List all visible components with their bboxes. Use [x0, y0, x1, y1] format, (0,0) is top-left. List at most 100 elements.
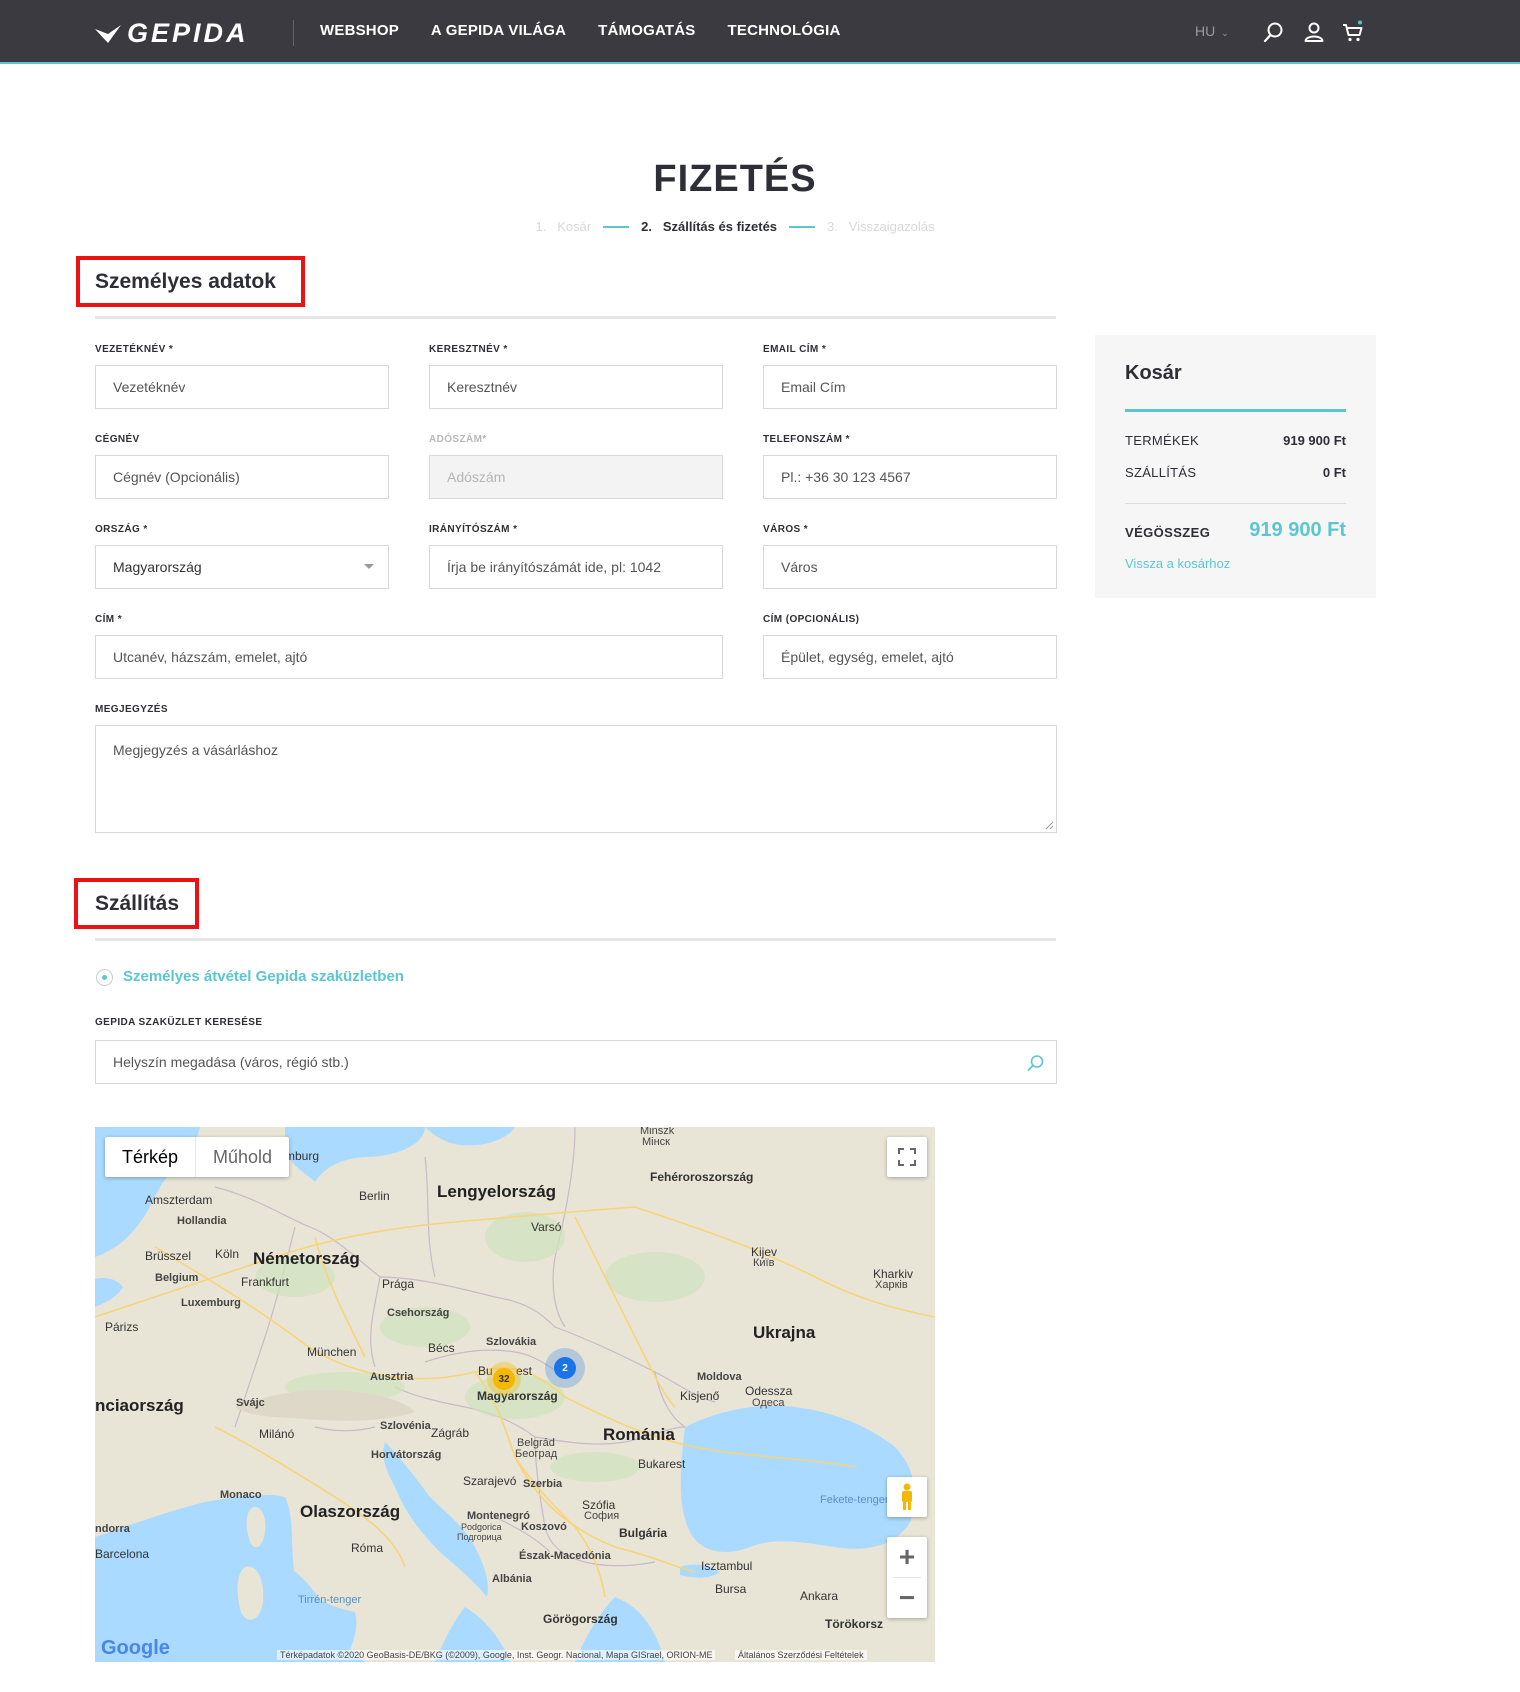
map-label: Bukarest: [638, 1457, 686, 1471]
store-map[interactable]: Minszk Мінск Fehéroroszország Lengyelors…: [95, 1127, 935, 1662]
map-label: Amszterdam: [145, 1193, 213, 1207]
firstname-input[interactable]: Keresztnév: [429, 365, 723, 409]
map-label: Törökorsz: [825, 1617, 884, 1631]
store-cluster-marker[interactable]: 32: [487, 1362, 521, 1396]
nav-tamogatas[interactable]: TÁMOGATÁS: [598, 22, 695, 39]
search-icon[interactable]: [1262, 20, 1286, 44]
google-logo[interactable]: Google: [101, 1637, 170, 1660]
map-label: Подгорица: [457, 1532, 502, 1542]
step-connector: [789, 225, 816, 228]
chevron-down-icon: ⌄: [1221, 28, 1229, 38]
pickup-radio[interactable]: [96, 969, 113, 986]
zip-label: IRÁNYÍTÓSZÁM *: [429, 524, 518, 535]
street-view-button[interactable]: [887, 1477, 927, 1517]
cart-title: Kosár: [1125, 362, 1182, 384]
section-title-shipping: Szállítás: [95, 892, 180, 915]
map-label: Róma: [351, 1541, 384, 1555]
store-search-label: GEPIDA SZAKÜZLET KERESÉSE: [95, 1017, 263, 1028]
zip-input[interactable]: Írja be irányítószámát ide, pl: 1042: [429, 545, 723, 589]
map-label: Hollandia: [177, 1215, 227, 1227]
note-textarea[interactable]: Megjegyzés a vásárláshoz: [95, 725, 1057, 833]
search-icon[interactable]: [1026, 1053, 1046, 1073]
lastname-input[interactable]: Vezetéknév: [95, 365, 389, 409]
checkout-steps: 1. Kosár 2. Szállítás és fizetés 3. Viss…: [0, 219, 1470, 234]
cart-accent-rule: [1125, 409, 1346, 412]
map-label: Szerbia: [523, 1478, 563, 1490]
map-label: Németország: [253, 1249, 360, 1268]
map-label: Magyarország: [477, 1389, 558, 1403]
map-terms-link[interactable]: Általános Szerződési Feltételek: [735, 1650, 867, 1660]
map-label: Horvátország: [371, 1449, 442, 1461]
zoom-out-icon[interactable]: −: [887, 1578, 927, 1618]
map-label: Monaco: [220, 1489, 262, 1501]
map-label: Szlovákia: [486, 1336, 537, 1348]
map-label: Bursa: [715, 1582, 747, 1596]
email-input[interactable]: Email Cím: [763, 365, 1057, 409]
map-label: Харків: [875, 1279, 908, 1291]
map-label: Albánia: [492, 1573, 532, 1585]
map-label: Belgium: [155, 1272, 199, 1284]
country-select[interactable]: Magyarország: [95, 545, 389, 589]
logo-divider: [293, 20, 294, 46]
note-label: MEGJEGYZÉS: [95, 704, 168, 715]
map-label: Ankara: [800, 1589, 839, 1603]
map-label: Észak-Macedónia: [519, 1550, 611, 1562]
address2-input[interactable]: Épület, egység, emelet, ajtó: [763, 635, 1057, 679]
address-input[interactable]: Utcanév, házszám, emelet, ajtó: [95, 635, 723, 679]
map-label: nciaország: [95, 1396, 184, 1415]
city-input[interactable]: Város: [763, 545, 1057, 589]
map-label: Bécs: [428, 1341, 455, 1355]
map-label: Svájc: [236, 1397, 265, 1409]
city-label: VÁROS *: [763, 524, 809, 535]
language-selector[interactable]: HU ⌄: [1195, 23, 1229, 39]
map-label: Одеса: [752, 1397, 785, 1409]
fullscreen-button[interactable]: [887, 1137, 927, 1177]
map-label: Moldova: [697, 1371, 742, 1383]
gepida-logo[interactable]: GEPIDA: [95, 18, 249, 49]
map-type-control: Térkép Műhold: [105, 1137, 290, 1177]
pickup-radio-label[interactable]: Személyes átvétel Gepida szaküzletben: [123, 968, 404, 985]
company-input[interactable]: Cégnév (Opcionális): [95, 455, 389, 499]
map-type-satellite-button[interactable]: Műhold: [195, 1137, 289, 1177]
map-label: Köln: [215, 1247, 240, 1261]
pegman-icon: [902, 1483, 912, 1510]
top-navbar: GEPIDA WEBSHOP A GEPIDA VILÁGA TÁMOGATÁS…: [0, 0, 1520, 64]
step-cart[interactable]: 1. Kosár: [536, 219, 592, 234]
logo-text: GEPIDA: [127, 18, 249, 48]
firstname-label: KERESZTNÉV *: [429, 344, 508, 355]
nav-gepida-vilaga[interactable]: A GEPIDA VILÁGA: [431, 22, 566, 39]
map-label: Barcelona: [95, 1547, 150, 1561]
address2-label: CÍM (OPCIONÁLIS): [763, 614, 860, 625]
address-label: CÍM *: [95, 614, 122, 625]
fullscreen-icon: [898, 1148, 916, 1166]
store-search-input[interactable]: Helyszín megadása (város, régió stb.): [95, 1040, 1057, 1084]
map-label: Odessza: [745, 1384, 793, 1398]
language-label: HU: [1195, 23, 1216, 39]
map-label: Olaszország: [300, 1502, 401, 1521]
zoom-in-icon[interactable]: +: [887, 1537, 927, 1577]
map-label: Milánó: [259, 1427, 295, 1441]
resize-handle-icon[interactable]: [1044, 820, 1054, 830]
user-icon[interactable]: [1302, 20, 1326, 44]
dropdown-caret-icon: [364, 564, 374, 569]
cart-products-row: TERMÉKEK 919 900 Ft: [1125, 433, 1346, 448]
map-label: Київ: [753, 1257, 775, 1269]
cart-divider: [1125, 503, 1346, 504]
nav-webshop[interactable]: WEBSHOP: [320, 22, 399, 39]
taxnum-label: ADÓSZÁM*: [429, 434, 487, 445]
map-label: Varsó: [531, 1220, 562, 1234]
section-divider: [95, 316, 1056, 319]
back-to-cart-link[interactable]: Vissza a kosárhoz: [1125, 556, 1230, 571]
nav-technologia[interactable]: TECHNOLÓGIA: [728, 22, 841, 39]
map-type-map-button[interactable]: Térkép: [105, 1137, 195, 1177]
phone-input[interactable]: Pl.: +36 30 123 4567: [763, 455, 1057, 499]
store-cluster-marker[interactable]: 2: [545, 1348, 585, 1388]
shipping-value: 0 Ft: [1322, 465, 1346, 480]
map-label: ndorra: [95, 1523, 130, 1535]
total-label: VÉGÖSSZEG: [1125, 525, 1211, 540]
shipping-label: SZÁLLÍTÁS: [1125, 465, 1197, 480]
map-label: Ausztria: [370, 1371, 414, 1383]
main-nav: WEBSHOP A GEPIDA VILÁGA TÁMOGATÁS TECHNO…: [320, 22, 841, 39]
cart-icon[interactable]: [1341, 20, 1365, 44]
map-label: Bulgária: [619, 1526, 668, 1540]
